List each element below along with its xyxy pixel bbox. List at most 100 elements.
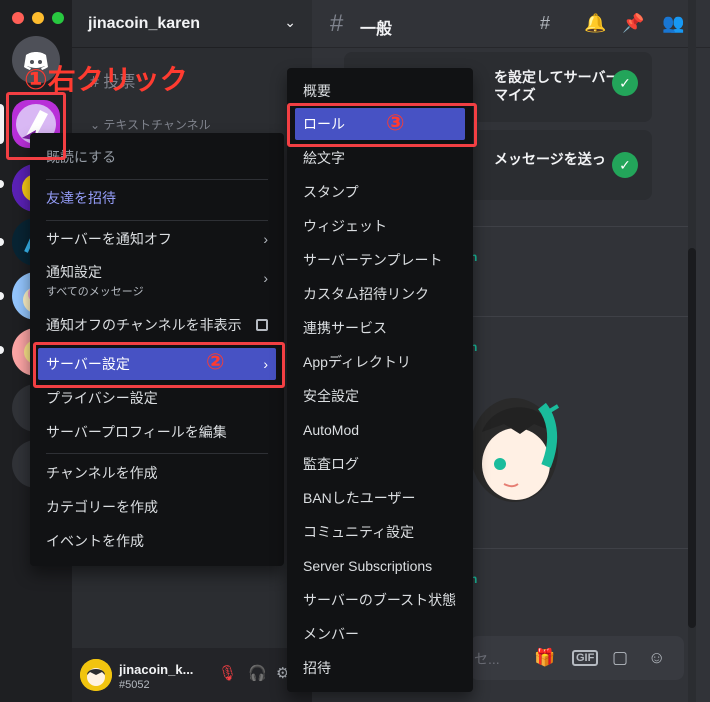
gif-icon[interactable]: GIF	[572, 650, 599, 666]
menu-item-create-channel[interactable]: チャンネルを作成	[38, 457, 276, 489]
menu-label: サーバーを通知オフ	[46, 231, 172, 247]
menu-item-create-event[interactable]: イベントを作成	[38, 525, 276, 557]
settings-menu-item-13[interactable]: コミュニティ設定	[295, 516, 465, 548]
settings-menu-item-3[interactable]: スタンプ	[295, 176, 465, 208]
checkbox-icon[interactable]	[256, 319, 268, 331]
settings-menu-item-6[interactable]: カスタム招待リンク	[295, 278, 465, 310]
divider	[470, 316, 696, 317]
unread-pip	[0, 180, 4, 188]
menu-label: Server Subscriptions	[303, 558, 433, 574]
sticker-image	[470, 398, 560, 502]
menu-label: カスタム招待リンク	[303, 286, 429, 302]
server-name: jinacoin_karen	[88, 15, 201, 32]
menu-label: サーバープロフィールを編集	[46, 424, 227, 440]
menu-label: 通知オフのチャンネルを非表示	[46, 317, 242, 333]
menu-label: 連携サービス	[303, 320, 387, 336]
username: jinacoin_k...	[119, 662, 194, 677]
menu-label: 監査ログ	[303, 456, 359, 472]
user-tag: #5052	[119, 679, 150, 691]
channel-hash-icon: #	[330, 10, 344, 37]
menu-item-hide-muted-channels[interactable]: 通知オフのチャンネルを非表示	[38, 309, 276, 341]
composer-placeholder: セ...	[474, 651, 500, 667]
menu-item-invite-friends[interactable]: 友達を招待	[38, 182, 276, 214]
menu-label: イベントを作成	[46, 533, 144, 549]
settings-menu-item-14[interactable]: Server Subscriptions	[295, 550, 465, 582]
menu-label: サーバーのブースト状態	[303, 592, 457, 608]
close-window-button[interactable]	[12, 12, 24, 24]
menu-separator	[46, 220, 268, 221]
card-line1: メッセージを送っ	[494, 151, 606, 167]
settings-menu-item-10[interactable]: AutoMod	[295, 414, 465, 446]
unread-pip	[0, 292, 4, 300]
card-line1: を設定してサーバー	[494, 69, 620, 85]
menu-separator	[46, 453, 268, 454]
emoji-icon[interactable]: ☺	[648, 648, 665, 668]
step2-annotation: ②	[206, 349, 225, 374]
menu-label: ウィジェット	[303, 218, 387, 234]
menu-label: 概要	[303, 83, 331, 99]
threads-icon[interactable]: #	[540, 13, 550, 34]
menu-label: メンバー	[303, 626, 359, 642]
gift-icon[interactable]: 🎁	[534, 648, 555, 668]
step1-highlight-box	[6, 92, 66, 160]
settings-menu-item-12[interactable]: BANしたユーザー	[295, 482, 465, 514]
menu-label: プライバシー設定	[46, 390, 158, 406]
checkmark-icon: ✓	[612, 70, 638, 96]
menu-label: BANしたユーザー	[303, 490, 416, 506]
menu-item-edit-server-profile[interactable]: サーバープロフィールを編集	[38, 416, 276, 448]
zoom-window-button[interactable]	[52, 12, 64, 24]
menu-label: コミュニティ設定	[303, 524, 415, 540]
menu-item-notification-settings[interactable]: 通知設定すべてのメッセージ ›	[38, 257, 276, 303]
user-panel: jinacoin_k... #5052 🎙 🎧 ⚙	[72, 648, 312, 702]
menu-label: Appディレクトリ	[303, 354, 411, 370]
server-header[interactable]: jinacoin_karen ⌄	[72, 0, 312, 48]
menu-label: スタンプ	[303, 184, 359, 200]
category-text-channels[interactable]: ⌄ テキストチャンネル	[90, 116, 211, 133]
divider	[470, 548, 696, 549]
menu-label: 招待	[303, 660, 331, 676]
settings-menu-item-16[interactable]: メンバー	[295, 618, 465, 650]
menu-label: 通知設定	[46, 264, 102, 280]
mute-microphone-icon[interactable]: 🎙	[218, 664, 237, 682]
chat-header: # 一般 # 🔔 📌 👥	[312, 0, 710, 48]
pin-icon[interactable]: 📌	[622, 13, 644, 34]
step3-annotation: ③	[386, 110, 405, 135]
divider	[470, 226, 696, 227]
settings-menu-item-5[interactable]: サーバーテンプレート	[295, 244, 465, 276]
step2-highlight-box	[33, 342, 285, 388]
headphones-icon[interactable]: 🎧	[248, 664, 267, 682]
menu-sublabel: すべてのメッセージ	[46, 286, 144, 298]
card-line2: マイズ	[494, 87, 536, 103]
menu-item-mark-read[interactable]: 既読にする	[38, 141, 276, 173]
settings-menu-item-15[interactable]: サーバーのブースト状態	[295, 584, 465, 616]
chevron-down-icon[interactable]: ⌄	[284, 14, 296, 31]
settings-menu-item-4[interactable]: ウィジェット	[295, 210, 465, 242]
menu-label: AutoMod	[303, 422, 360, 438]
settings-menu-item-17[interactable]: 招待	[295, 652, 465, 684]
settings-menu-item-8[interactable]: Appディレクトリ	[295, 346, 465, 378]
checkmark-icon: ✓	[612, 152, 638, 178]
avatar[interactable]	[80, 659, 112, 691]
chat-scrollbar-thumb[interactable]	[688, 248, 696, 628]
minimize-window-button[interactable]	[32, 12, 44, 24]
menu-label: 絵文字	[303, 150, 345, 166]
menu-item-mute-server[interactable]: サーバーを通知オフ ›	[38, 223, 276, 255]
selected-server-indicator	[0, 104, 4, 144]
menu-label: チャンネルを作成	[46, 465, 158, 481]
channel-name: 一般	[360, 21, 393, 38]
server-settings-submenu: 概要 ロール 絵文字 スタンプ ウィジェット サーバーテンプレート カスタム招待リンク 連携サ…	[287, 68, 473, 692]
menu-label: サーバーテンプレート	[303, 252, 443, 268]
category-label: テキストチャンネル	[103, 118, 211, 132]
member-list-icon[interactable]: 👥	[662, 13, 684, 34]
settings-menu-item-9[interactable]: 安全設定	[295, 380, 465, 412]
menu-label: 友達を招待	[46, 190, 116, 206]
menu-label: 安全設定	[303, 388, 359, 404]
chevron-right-icon: ›	[263, 270, 268, 286]
settings-menu-item-7[interactable]: 連携サービス	[295, 312, 465, 344]
menu-item-create-category[interactable]: カテゴリーを作成	[38, 491, 276, 523]
settings-menu-item-11[interactable]: 監査ログ	[295, 448, 465, 480]
unread-pip	[0, 238, 4, 246]
sticker-icon[interactable]: ▢	[612, 648, 628, 668]
user-avatar-icon	[80, 659, 112, 691]
notification-bell-icon[interactable]: 🔔	[584, 13, 606, 34]
